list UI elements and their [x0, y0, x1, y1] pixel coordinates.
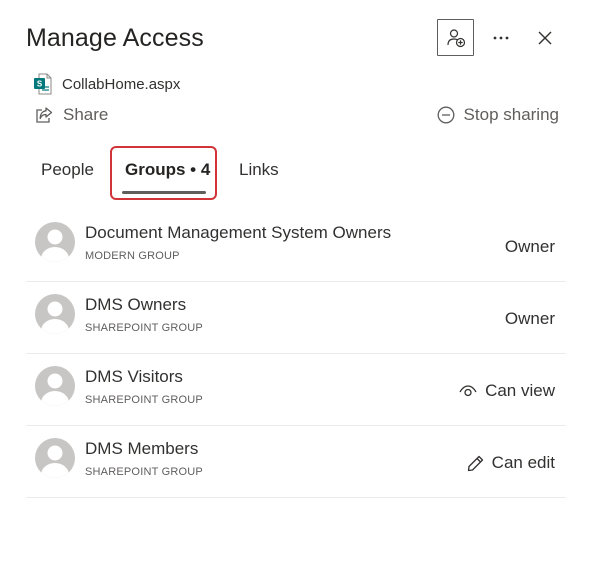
permission-dropdown[interactable]: Can edit: [467, 452, 555, 474]
share-icon: [36, 106, 53, 123]
group-name: DMS Owners: [85, 295, 187, 314]
more-options-button[interactable]: [487, 24, 515, 52]
group-type: SHAREPOINT GROUP: [85, 466, 203, 478]
person-add-icon: [446, 28, 465, 47]
permission-label: Owner: [504, 309, 555, 328]
permission-label: Owner: [504, 237, 555, 256]
tab-links[interactable]: Links: [239, 158, 279, 182]
group-name: DMS Visitors: [85, 367, 183, 386]
panel-title: Manage Access: [26, 24, 204, 52]
permission-dropdown[interactable]: Owner: [505, 236, 555, 258]
svg-text:S: S: [37, 80, 43, 89]
tab-bar: People Groups • 4 Links: [0, 146, 589, 206]
tab-groups-highlight: Groups • 4: [110, 146, 217, 200]
group-row[interactable]: Document Management System Owners MODERN…: [26, 210, 566, 282]
group-row[interactable]: DMS Members SHAREPOINT GROUP Can edit: [26, 426, 566, 498]
grant-access-button[interactable]: [437, 19, 474, 56]
stop-sharing-label: Stop sharing: [463, 105, 559, 124]
group-row[interactable]: DMS Visitors SHAREPOINT GROUP Can view: [26, 354, 566, 426]
groups-list: Document Management System Owners MODERN…: [26, 210, 566, 498]
group-type: SHAREPOINT GROUP: [85, 394, 203, 406]
sharepoint-page-icon: S: [34, 73, 52, 95]
stop-sharing-button[interactable]: Stop sharing: [437, 103, 559, 127]
permission-dropdown[interactable]: Can view: [459, 380, 555, 402]
group-avatar-icon: [35, 366, 75, 406]
permission-label: Can view: [485, 381, 555, 400]
group-avatar-icon: [35, 222, 75, 262]
more-horizontal-icon: [493, 36, 509, 40]
group-avatar-icon: [35, 438, 75, 478]
group-row[interactable]: DMS Owners SHAREPOINT GROUP Owner: [26, 282, 566, 354]
group-type: SHAREPOINT GROUP: [85, 322, 203, 334]
close-button[interactable]: [532, 24, 558, 52]
permission-label: Can edit: [491, 453, 555, 472]
tab-selected-indicator: [122, 191, 206, 194]
permission-dropdown[interactable]: Owner: [505, 308, 555, 330]
group-name: DMS Members: [85, 439, 199, 458]
share-button[interactable]: Share: [35, 103, 108, 127]
share-label: Share: [63, 105, 109, 124]
group-name: Document Management System Owners: [85, 223, 392, 242]
close-icon: [538, 31, 552, 45]
group-type: MODERN GROUP: [85, 250, 180, 262]
file-name: CollabHome.aspx: [62, 75, 181, 93]
eye-icon: [459, 385, 477, 397]
file-info: S CollabHome.aspx: [34, 73, 180, 95]
tab-groups[interactable]: Groups • 4: [125, 158, 210, 182]
group-avatar-icon: [35, 294, 75, 334]
minus-circle-icon: [437, 106, 454, 124]
pencil-icon: [467, 455, 483, 471]
tab-people[interactable]: People: [41, 158, 94, 182]
